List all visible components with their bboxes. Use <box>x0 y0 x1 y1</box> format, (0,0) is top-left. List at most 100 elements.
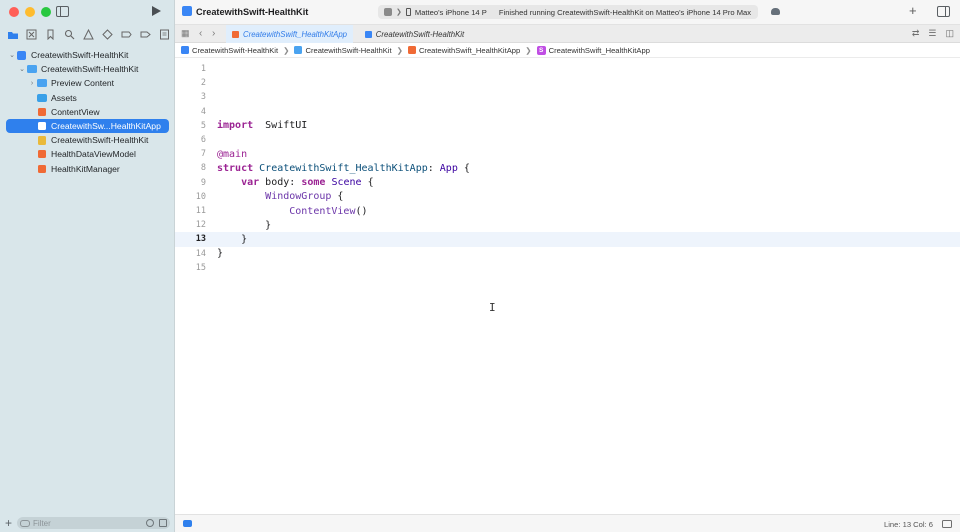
chevron-down-icon[interactable]: ⌄ <box>18 65 26 73</box>
breadcrumb-symbol[interactable]: S CreatewithSwift_HealthKitApp <box>536 45 650 55</box>
tree-item[interactable]: HealthDataViewModel <box>0 147 175 161</box>
minimize-window-button[interactable] <box>25 7 35 17</box>
code-line[interactable]: 15 <box>175 261 960 275</box>
run-button[interactable] <box>152 6 161 16</box>
tree-item-label: ContentView <box>51 106 100 117</box>
xcode-project-icon <box>182 6 192 16</box>
debug-icon[interactable] <box>120 28 132 40</box>
folder-icon[interactable] <box>6 28 18 40</box>
line-number: 7 <box>200 149 206 160</box>
code-line[interactable]: 6 <box>175 133 960 147</box>
folder-icon <box>294 46 303 54</box>
source-control-icon[interactable] <box>25 28 37 40</box>
breadcrumb-file[interactable]: CreatewithSwift_HealthKitApp <box>407 46 520 55</box>
code-line[interactable]: 11 ContentView() <box>175 204 960 218</box>
tree-item-label: CreatewithSwift-HealthKit <box>41 64 139 75</box>
breakpoint-icon[interactable] <box>139 28 151 40</box>
code-token: var <box>241 177 260 189</box>
breadcrumb-group[interactable]: CreatewithSwift-HealthKit <box>294 46 392 55</box>
test-icon[interactable] <box>101 28 113 40</box>
code-line[interactable]: 3 <box>175 90 960 104</box>
refresh-icon[interactable]: ⇄ <box>912 28 920 39</box>
split-editor-icon[interactable]: ◫ <box>945 28 954 39</box>
tree-item[interactable]: HealthKitManager <box>0 162 175 176</box>
chevron-right-icon[interactable]: › <box>28 80 36 87</box>
code-token: { <box>457 162 470 174</box>
find-icon[interactable] <box>63 28 75 40</box>
filter-options-icon[interactable] <box>20 519 31 527</box>
editor-status-bar: Line: 13 Col: 6 <box>175 514 960 532</box>
tree-item[interactable]: ⌄ CreatewithSwift-HealthKit <box>0 48 175 62</box>
code-text: struct CreatewithSwift_HealthKitApp: App… <box>217 163 470 174</box>
code-line[interactable]: 8 struct CreatewithSwift_HealthKitApp: Ap… <box>175 161 960 175</box>
code-token: App <box>439 162 458 174</box>
related-items-icon[interactable]: ▦ <box>181 28 190 39</box>
code-line[interactable]: 10 WindowGroup { <box>175 190 960 204</box>
chevron-right-icon: ❯ <box>396 9 402 16</box>
line-number: 10 <box>195 191 206 202</box>
debug-area-toggle-icon[interactable] <box>183 520 192 527</box>
inspector-toggle-icon[interactable] <box>937 6 950 17</box>
line-number: 14 <box>195 248 206 259</box>
swift-file-icon <box>36 164 47 174</box>
line-number: 2 <box>200 78 206 89</box>
folder-icon <box>36 78 47 88</box>
activity-viewer[interactable]: ❯ Matteo's iPhone 14 P Finished running … <box>378 5 758 19</box>
code-line[interactable]: 7 @main <box>175 147 960 161</box>
code-line[interactable]: 14} <box>175 247 960 261</box>
tree-item[interactable]: ⌄ CreatewithSwift-HealthKit <box>0 62 175 76</box>
zoom-window-button[interactable] <box>41 7 51 17</box>
navigate-back-icon[interactable]: ‹ <box>199 28 202 39</box>
code-line[interactable]: 13 } <box>175 232 960 247</box>
bookmark-icon[interactable] <box>44 28 56 40</box>
editor-tab-bar: ▦ ‹ › CreatewithSwift_HealthKitApp Creat… <box>175 25 960 43</box>
line-number: 15 <box>195 262 206 273</box>
cloud-icon[interactable] <box>771 8 780 15</box>
code-token: ContentView <box>289 205 356 217</box>
window-toolbar: CreatewithSwift-HealthKit ❯ Matteo's iPh… <box>175 0 960 25</box>
code-token: : <box>427 162 440 174</box>
code-line[interactable]: 2 <box>175 76 960 90</box>
tree-item[interactable]: CreatewithSw...HealthKitApp <box>6 118 169 134</box>
chevron-right-icon: ❯ <box>525 45 532 55</box>
tree-item[interactable]: › Preview Content <box>0 76 175 90</box>
close-window-button[interactable] <box>9 7 19 17</box>
code-line[interactable]: 9 var body: some Scene { <box>175 176 960 190</box>
code-line[interactable]: 1 <box>175 62 960 76</box>
recent-files-icon[interactable] <box>146 519 154 527</box>
filter-input[interactable]: Filter <box>17 517 170 529</box>
panel-toggle-icon[interactable] <box>942 520 952 528</box>
report-icon[interactable] <box>158 28 170 40</box>
code-line[interactable]: 4 <box>175 105 960 119</box>
add-file-button[interactable]: + <box>5 516 12 530</box>
library-add-button[interactable]: + <box>909 3 917 18</box>
tree-item[interactable]: CreatewithSwift-HealthKit <box>0 133 175 147</box>
line-number: 6 <box>200 135 206 146</box>
code-token: Scene <box>331 177 362 189</box>
swift-file-icon <box>36 107 47 117</box>
breadcrumb-project[interactable]: CreatewithSwift-HealthKit <box>181 46 278 55</box>
app-scheme-icon[interactable] <box>384 8 392 16</box>
filter-settings-icon[interactable] <box>159 519 167 527</box>
sidebar-toggle-icon[interactable] <box>56 6 69 17</box>
navigate-forward-icon[interactable]: › <box>212 28 215 39</box>
chevron-down-icon[interactable]: ⌄ <box>8 51 16 59</box>
code-token: body: <box>259 177 302 189</box>
code-line[interactable]: 12 } <box>175 218 960 232</box>
tab-createwithswift-healthkitapp[interactable]: CreatewithSwift_HealthKitApp <box>226 25 353 43</box>
issue-icon[interactable] <box>82 28 94 40</box>
xcode-project-icon <box>16 50 27 60</box>
tab-createwithswift-healthkit[interactable]: CreatewithSwift-HealthKit <box>353 25 476 43</box>
code-token: } <box>217 219 272 231</box>
tree-item[interactable]: ContentView <box>0 105 175 119</box>
tree-item[interactable]: Assets <box>0 91 175 105</box>
line-number: 8 <box>200 163 206 174</box>
jump-bar: CreatewithSwift-HealthKit ❯ CreatewithSw… <box>175 43 960 58</box>
source-editor[interactable]: 1 2 3 4 5 import SwiftUI 6 7 @main 8 struct Create… <box>175 58 960 514</box>
code-line[interactable]: 5 import SwiftUI <box>175 119 960 133</box>
run-destination[interactable]: Matteo's iPhone 14 P <box>415 8 489 17</box>
code-text: } <box>217 248 223 259</box>
adjust-editor-icon[interactable]: ☰ <box>928 28 936 39</box>
